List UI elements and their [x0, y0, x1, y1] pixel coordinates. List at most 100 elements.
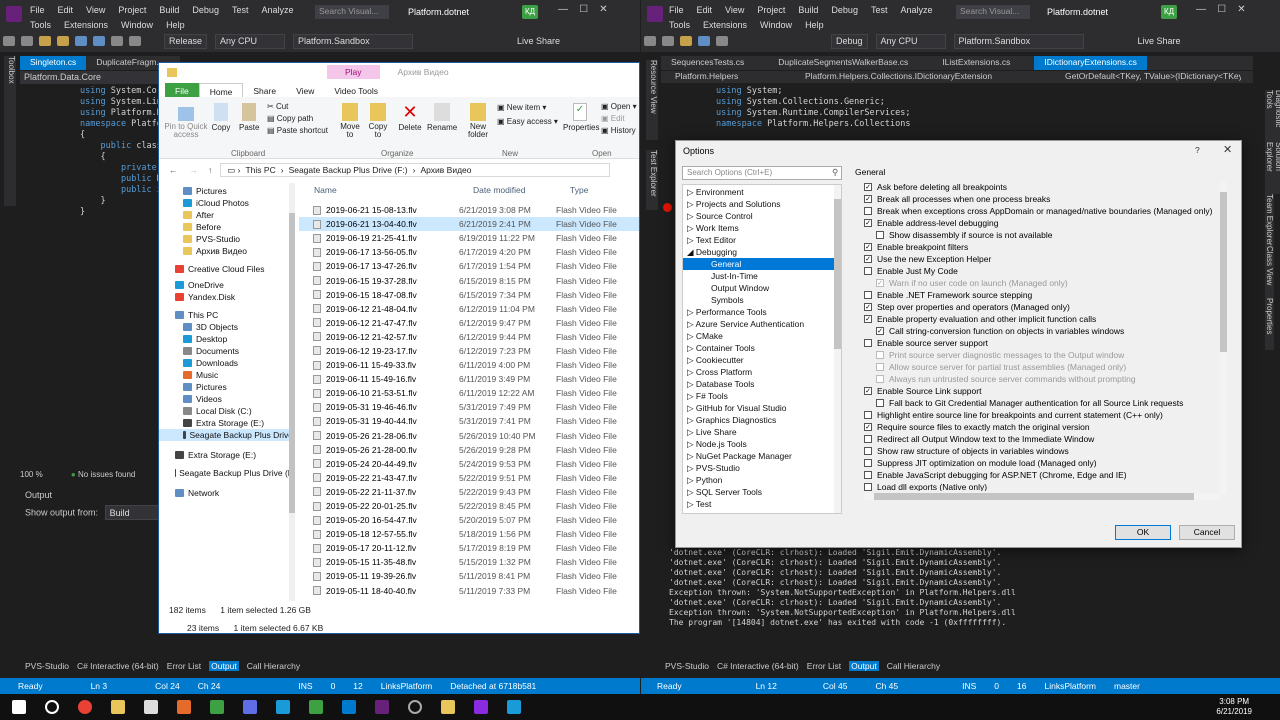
save-icon[interactable]	[75, 36, 87, 46]
options-search-input[interactable]: Search Options (Ctrl+E)	[682, 166, 842, 180]
file-row[interactable]: 2019-05-18 12-57-55.flv 5/18/2019 1:56 PM…	[299, 527, 639, 541]
expand-icon[interactable]: ▷	[687, 487, 696, 497]
nav-item[interactable]: Pictures	[159, 381, 293, 393]
setting-enable-breakpoint-filters[interactable]: ✓ Enable breakpoint filters	[864, 241, 1222, 253]
help-button[interactable]: ?	[1195, 145, 1200, 155]
status-branch[interactable]: Detached at 6718b581	[450, 681, 536, 691]
checkbox-icon[interactable]	[864, 483, 872, 491]
properties-button[interactable]: ✓ Properties	[563, 103, 599, 132]
right-platform-combo[interactable]: Any CPU	[875, 33, 946, 49]
nav-item[interactable]: This PC	[159, 309, 293, 321]
nav-item[interactable]: Creative Cloud Files	[159, 263, 293, 275]
right-project-combo[interactable]: Platform.Helpers	[661, 71, 791, 83]
checkbox-checked-icon[interactable]: ✓	[864, 387, 872, 395]
right-member-combo[interactable]: GetOrDefault<TKey, TValue>(IDictionary<T…	[1051, 71, 1241, 83]
tab-idictionaryextensions-cs[interactable]: IDictionaryExtensions.cs	[1034, 56, 1147, 70]
menu-help[interactable]: Help	[166, 19, 185, 31]
breakpoint-icon[interactable]	[663, 203, 672, 212]
menu-file[interactable]: File	[30, 4, 45, 16]
checkbox-icon[interactable]	[864, 435, 872, 443]
menu-view[interactable]: View	[86, 4, 105, 16]
checkbox-checked-icon[interactable]: ✓	[876, 279, 884, 287]
status-repo[interactable]: LinksPlatform	[381, 681, 433, 691]
checkbox-checked-icon[interactable]: ✓	[864, 243, 872, 251]
move-to-button[interactable]: Move to	[339, 103, 361, 139]
forward-arrow-icon[interactable]: →	[190, 165, 199, 175]
setting-enable-net-framework-source-stepping[interactable]: Enable .NET Framework source stepping	[864, 289, 1222, 301]
copy-path-button[interactable]: ▤ Copy path	[267, 113, 328, 125]
visual-studio-icon[interactable]	[375, 700, 389, 714]
tree-item-cross-platform[interactable]: ▷ Cross Platform	[683, 366, 841, 378]
tree-item-pvs-studio[interactable]: ▷ PVS-Studio	[683, 462, 841, 474]
tree-item-output-window[interactable]: Output Window	[683, 282, 841, 294]
side-class-view[interactable]: Class View	[1265, 246, 1274, 298]
bottom-tab-output[interactable]: Output	[209, 661, 239, 671]
back-arrow-icon[interactable]: ←	[169, 165, 178, 175]
menu-extensions[interactable]: Extensions	[703, 19, 747, 31]
app4-icon[interactable]	[474, 700, 488, 714]
checkbox-checked-icon[interactable]: ✓	[864, 303, 872, 311]
menu-test[interactable]: Test	[871, 4, 888, 16]
setting-require-source-files-to-exactly-match-th[interactable]: ✓ Require source files to exactly match t…	[864, 421, 1222, 433]
output-from-combo[interactable]: Build	[104, 505, 165, 520]
back-icon[interactable]	[3, 36, 15, 46]
expand-icon[interactable]: ▷	[687, 355, 696, 365]
tree-item-cmake[interactable]: ▷ CMake	[683, 330, 841, 342]
checkbox-checked-icon[interactable]: ✓	[864, 423, 872, 431]
copy-to-button[interactable]: Copy to	[367, 103, 389, 139]
undo-icon[interactable]	[716, 36, 728, 46]
file-row[interactable]: 2019-06-10 21-53-51.flv 6/11/2019 12:22 A…	[299, 386, 639, 400]
checkbox-checked-icon[interactable]: ✓	[864, 315, 872, 323]
copy-button[interactable]: Copy	[211, 103, 231, 132]
app5-icon[interactable]	[507, 700, 521, 714]
easy-access-button[interactable]: ▣ Easy access ▾	[497, 115, 558, 129]
paste-shortcut-button[interactable]: ▤ Paste shortcut	[267, 125, 328, 137]
left-side-toolbox[interactable]: Toolbox	[4, 56, 16, 206]
forward-icon[interactable]	[662, 36, 674, 46]
right-class-combo[interactable]: Platform.Helpers.Collections.IDictionary…	[791, 71, 1051, 83]
left-window-controls[interactable]: — ☐ ✕	[558, 4, 608, 15]
history-button[interactable]: ▣ History	[601, 125, 637, 137]
checkbox-checked-icon[interactable]: ✓	[864, 219, 872, 227]
column-date[interactable]: Date modified	[473, 185, 570, 195]
tree-item-nuget-package-manager[interactable]: ▷ NuGet Package Manager	[683, 450, 841, 462]
expand-icon[interactable]: ▷	[687, 391, 696, 401]
menu-extensions[interactable]: Extensions	[64, 19, 108, 31]
save-icon[interactable]	[698, 36, 710, 46]
expand-icon[interactable]: ▷	[687, 343, 696, 353]
nav-item[interactable]: Seagate Backup Plus Drive	[159, 429, 293, 441]
file-row[interactable]: 2019-05-26 21-28-06.flv 5/26/2019 10:40 P…	[299, 429, 639, 443]
bottom-tab-call-hierarchy[interactable]: Call Hierarchy	[887, 661, 940, 671]
checkbox-checked-icon[interactable]: ✓	[864, 195, 872, 203]
nav-item[interactable]: Extra Storage (E:)	[159, 449, 293, 461]
menu-help[interactable]: Help	[805, 19, 824, 31]
tree-item-just-in-time[interactable]: Just-In-Time	[683, 270, 841, 282]
nav-item[interactable]: OneDrive	[159, 279, 293, 291]
column-type[interactable]: Type	[570, 185, 588, 195]
tree-item-live-share[interactable]: ▷ Live Share	[683, 426, 841, 438]
tab-duplicatesegmentswalkerbase-cs[interactable]: DuplicateSegmentsWalkerBase.cs	[768, 56, 918, 70]
bottom-tab-pvs-studio[interactable]: PVS-Studio	[665, 661, 709, 671]
tree-item-database-tools[interactable]: ▷ Database Tools	[683, 378, 841, 390]
setting-fall-back-to-git-credential-manager-auth[interactable]: Fall back to Git Credential Manager auth…	[864, 397, 1222, 409]
app-icon[interactable]	[177, 700, 191, 714]
collapse-icon[interactable]: ◢	[687, 247, 696, 257]
status-repo[interactable]: LinksPlatform	[1045, 681, 1097, 691]
expand-icon[interactable]: ▷	[687, 427, 696, 437]
file-row[interactable]: 2019-05-26 21-28-00.flv 5/26/2019 9:28 PM…	[299, 443, 639, 457]
save-all-icon[interactable]	[93, 36, 105, 46]
new-project-icon[interactable]	[39, 36, 51, 46]
setting-load-dll-exports-native-only[interactable]: Load dll exports (Native only)	[864, 481, 1222, 491]
bottom-tab-pvs-studio[interactable]: PVS-Studio	[25, 661, 69, 671]
cancel-button[interactable]: Cancel	[1179, 525, 1235, 540]
right-config-combo[interactable]: Debug	[831, 33, 868, 49]
vscode-icon[interactable]	[342, 700, 356, 714]
menu-tools[interactable]: Tools	[30, 19, 51, 31]
menu-analyze[interactable]: Analyze	[900, 4, 932, 16]
nav-item[interactable]: After	[159, 209, 293, 221]
excel-icon[interactable]	[309, 700, 323, 714]
menu-debug[interactable]: Debug	[831, 4, 858, 16]
setting-redirect-all-output-window-text-to-the-i[interactable]: Redirect all Output Window text to the I…	[864, 433, 1222, 445]
close-icon[interactable]: ✕	[1223, 143, 1232, 156]
expand-icon[interactable]: ▷	[687, 235, 696, 245]
